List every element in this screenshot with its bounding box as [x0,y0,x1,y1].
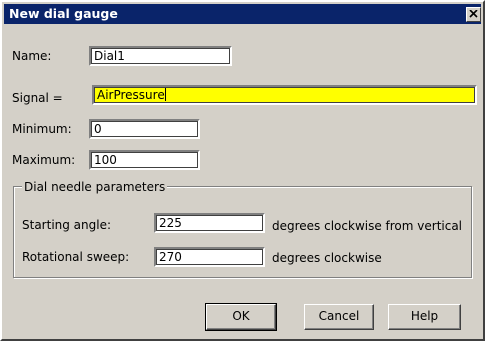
dialog-title: New dial gauge [9,6,118,21]
rotational-sweep-value: 270 [159,250,182,264]
rotational-sweep-field[interactable]: 270 [154,247,265,267]
close-icon [469,10,478,18]
minimum-field[interactable]: 0 [89,119,200,139]
signal-value: AirPressure [97,88,165,102]
starting-angle-field[interactable]: 225 [154,213,265,233]
ok-button[interactable]: OK [205,303,277,331]
starting-angle-unit: degrees clockwise from vertical [272,219,463,233]
help-button[interactable]: Help [388,304,461,330]
text-caret [164,88,166,101]
maximum-value: 100 [94,153,117,167]
signal-field[interactable]: AirPressure [92,85,477,105]
new-dial-gauge-dialog: New dial gauge Name: Dial1 Signal = AirP… [0,0,485,341]
minimum-label: Minimum: [12,122,72,136]
rotational-sweep-unit: degrees clockwise [272,251,382,265]
name-field[interactable]: Dial1 [89,46,232,66]
rotational-sweep-label: Rotational sweep: [22,250,130,264]
title-bar[interactable]: New dial gauge [4,4,481,24]
minimum-value: 0 [94,122,102,136]
cancel-button[interactable]: Cancel [304,304,374,330]
signal-label: Signal = [12,91,63,105]
starting-angle-label: Starting angle: [22,218,112,232]
starting-angle-value: 225 [159,216,182,230]
maximum-label: Maximum: [12,153,76,167]
maximum-field[interactable]: 100 [89,150,200,170]
dial-needle-group-title: Dial needle parameters [22,180,168,194]
name-label: Name: [12,49,52,63]
close-button[interactable] [466,7,481,22]
name-value: Dial1 [94,49,125,63]
